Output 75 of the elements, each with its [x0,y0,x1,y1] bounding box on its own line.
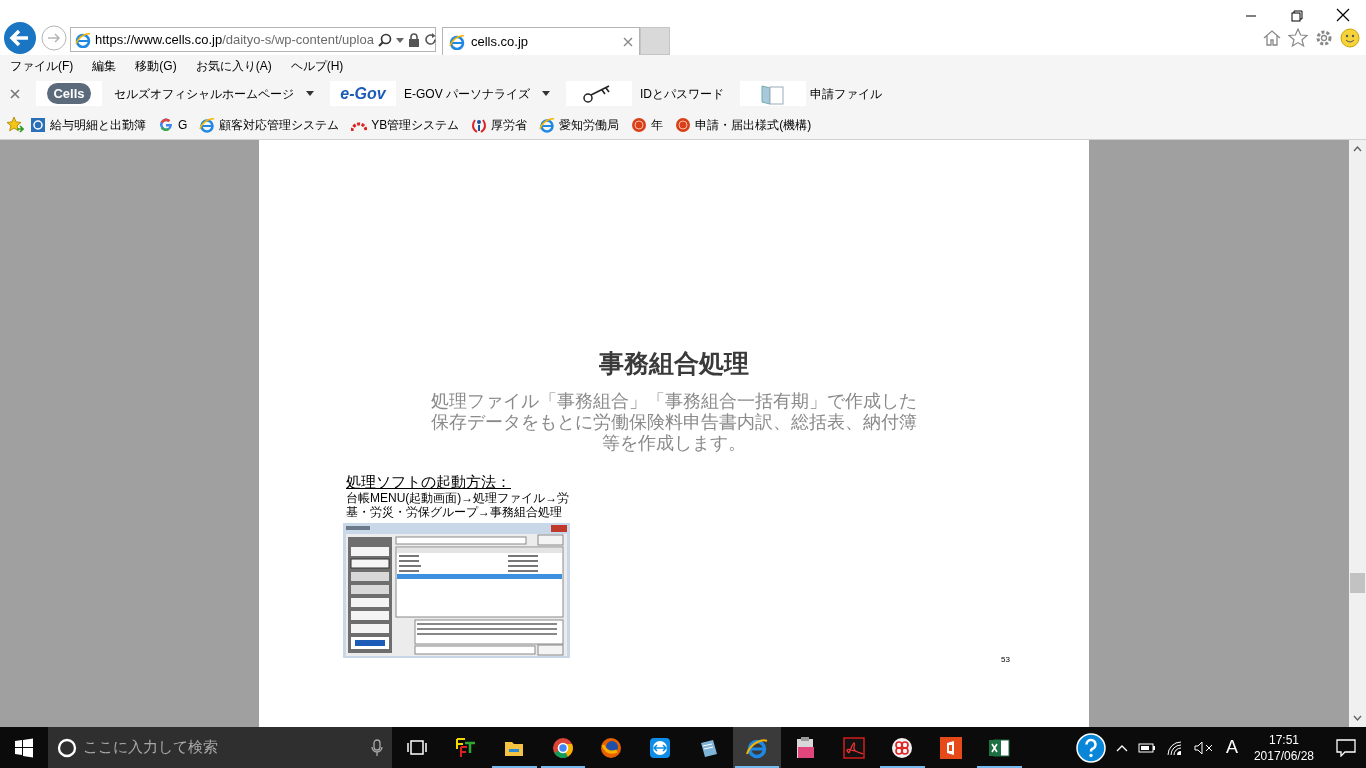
clock-time[interactable]: 17:51 [1268,731,1299,748]
home-icon[interactable] [1262,28,1282,48]
seal-icon [675,116,692,133]
clock-date[interactable]: 2017/06/28 [1253,747,1314,764]
launch-heading: 処理ソフトの起動方法： [346,472,512,491]
search-field[interactable]: ここに入力して検索 [83,736,365,759]
add-favorites-icon[interactable] [6,115,24,134]
help-icon[interactable] [1075,732,1106,763]
favorite-link[interactable]: G [178,115,188,134]
refresh-icon[interactable] [423,33,437,46]
microphone-icon[interactable] [371,738,383,757]
chevron-up-icon[interactable] [1115,743,1128,752]
menu-item[interactable]: ヘルプ(H) [290,57,344,75]
smiley-icon[interactable] [1340,28,1360,48]
launch-steps: 台帳MENU(起動画面)→処理ファイル→労 基・労災・労保グループ→事務組合処理 [346,490,1089,519]
dw-icon [794,736,817,759]
dropdown-icon[interactable] [395,35,404,44]
dropdown-icon[interactable] [542,90,550,97]
menu-item[interactable]: お気に入り(A) [195,57,272,75]
logo: Cells [47,82,91,105]
star-icon[interactable] [1288,28,1308,48]
teamviewer-icon [648,736,671,759]
logo: e-Gov [340,85,386,102]
favorite-link[interactable]: 顧客対応管理システム [219,115,340,134]
speaker-muted-icon[interactable] [1193,740,1214,755]
lock-icon [407,32,420,47]
notification-icon[interactable] [1336,738,1356,757]
search-icon[interactable] [377,32,392,47]
link-item[interactable]: セルズオフィシャルホームページ [114,84,294,103]
excel-icon [988,736,1011,759]
dropdown-icon[interactable] [306,90,314,97]
favorite-link[interactable]: 申請・届出様式(機構) [695,115,812,134]
ie-icon [449,33,465,50]
favorite-link[interactable]: 厚労省 [491,115,528,134]
app-icon [30,116,46,133]
close-icon[interactable] [1334,6,1352,24]
firefox-icon [600,736,623,759]
google-icon [158,116,174,133]
link-item[interactable]: 申請ファイル [810,84,882,103]
scroll-up-icon[interactable] [1353,146,1362,152]
menu-item[interactable]: 編集 [92,57,117,75]
menu-item[interactable]: ファイル(F) [10,57,74,75]
menu-item[interactable]: 移動(G) [135,57,177,75]
description-text: 処理ファイル「事務組合」「事務組合一括有期」で作成した 保存データをもとに労働保険料申告書内訳、総括表、納付簿 等を作成します。 [430,390,918,454]
scrollbar[interactable] [1349,140,1366,727]
back-button[interactable] [3,21,37,55]
taskbar-ie-button[interactable] [732,727,781,768]
browser-tab[interactable]: cells.co.jp [442,27,640,55]
ie-icon [745,736,768,759]
acrobat-icon [842,736,865,759]
favorite-link[interactable]: 年 [651,115,664,134]
address-bar[interactable]: https://www.cells.co.jp/daityo-s/wp-content/uploa [70,27,436,52]
battery-icon[interactable] [1137,742,1156,753]
favorite-link[interactable]: 愛知労働局 [559,115,620,134]
ftp-icon [454,736,477,759]
chrome-icon [551,736,574,759]
office-icon [939,736,962,759]
ie-icon [539,116,556,133]
link-item[interactable]: E-GOV パーソナライズ [404,84,530,103]
favorite-link[interactable]: YB管理システム [371,115,460,134]
link-item[interactable]: IDとパスワード [640,84,724,103]
ie-icon [199,116,216,133]
scrollbar-thumb[interactable] [1350,573,1365,593]
ime-indicator[interactable]: A [1223,734,1240,761]
page-number: 53 [1001,654,1010,666]
flower-icon [891,736,914,759]
wifi-icon[interactable] [1165,739,1184,756]
document-title: 事務組合処理 [598,348,750,379]
search-box[interactable]: ここに入力して検索 [48,727,392,768]
url-text: https://www.cells.co.jp/daityo-s/wp-content/uploa [95,30,374,49]
scroll-down-icon[interactable] [1353,715,1362,721]
cortana-icon [57,737,77,758]
seal-icon [631,116,648,133]
favorite-link[interactable]: 給与明細と出勤簿 [50,115,146,134]
ie-icon [75,31,91,48]
